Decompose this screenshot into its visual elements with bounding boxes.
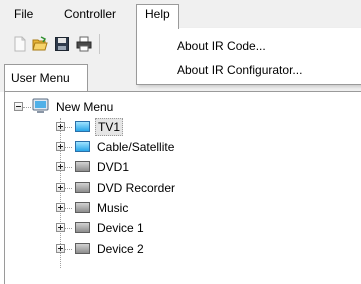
- tree-item-device-1[interactable]: Device 1: [5, 218, 205, 238]
- tree-item-music[interactable]: Music: [5, 198, 205, 218]
- tree-item-label: Device 1: [97, 221, 144, 235]
- player-device-icon: [75, 222, 90, 233]
- tv-device-icon: [75, 141, 90, 152]
- tree-item-dvd-recorder[interactable]: DVD Recorder: [5, 178, 205, 198]
- toolbar: [0, 28, 140, 60]
- tree-item-label: Music: [97, 201, 129, 215]
- player-device-icon: [75, 202, 90, 213]
- expand-icon[interactable]: [56, 244, 65, 253]
- expand-icon[interactable]: [56, 122, 65, 131]
- help-dropdown-menu: About IR Code... About IR Configurator..…: [136, 28, 361, 85]
- expand-icon[interactable]: [56, 142, 65, 151]
- tree-item-label: TV1: [95, 118, 124, 136]
- menu-controller[interactable]: Controller: [58, 5, 122, 25]
- menu-bar: File Controller Help: [0, 0, 361, 29]
- expand-icon[interactable]: [56, 183, 65, 192]
- printer-icon[interactable]: [76, 36, 92, 52]
- tree-item-dvd1[interactable]: DVD1: [5, 157, 205, 177]
- tab-user-menu[interactable]: User Menu: [4, 64, 88, 92]
- tree-item-label: DVD Recorder: [97, 181, 176, 195]
- expand-icon[interactable]: [56, 223, 65, 232]
- save-disk-icon[interactable]: [54, 36, 70, 52]
- tree-item-cable-satellite[interactable]: Cable/Satellite: [5, 137, 205, 157]
- tree-item-label: DVD1: [97, 160, 130, 174]
- tv-device-icon: [75, 121, 90, 132]
- menu-file[interactable]: File: [8, 5, 39, 25]
- tree-item-label: Cable/Satellite: [97, 140, 175, 154]
- menu-help[interactable]: Help: [136, 4, 179, 29]
- expand-icon[interactable]: [56, 162, 65, 171]
- player-device-icon: [75, 182, 90, 193]
- expand-icon[interactable]: [56, 203, 65, 212]
- monitor-icon: [32, 98, 49, 115]
- open-folder-icon[interactable]: [32, 36, 48, 52]
- player-device-icon: [75, 243, 90, 254]
- collapse-icon[interactable]: [14, 102, 23, 111]
- tree-root-label: New Menu: [56, 100, 114, 114]
- tree-item-label: Device 2: [97, 242, 144, 256]
- toolbar-separator: [99, 34, 100, 54]
- tree-root-row[interactable]: New Menu: [5, 97, 205, 117]
- new-file-icon[interactable]: [12, 36, 28, 52]
- player-device-icon: [75, 161, 90, 172]
- tree-item-device-2[interactable]: Device 2: [5, 239, 205, 259]
- tree-item-tv1[interactable]: TV1: [5, 117, 205, 137]
- tree-view[interactable]: New Menu TV1 Cable/Satellite DVD1 DVD Re…: [4, 91, 361, 284]
- menu-item-about-ir-code[interactable]: About IR Code...: [177, 37, 266, 55]
- menu-item-about-ir-configurator[interactable]: About IR Configurator...: [177, 61, 302, 79]
